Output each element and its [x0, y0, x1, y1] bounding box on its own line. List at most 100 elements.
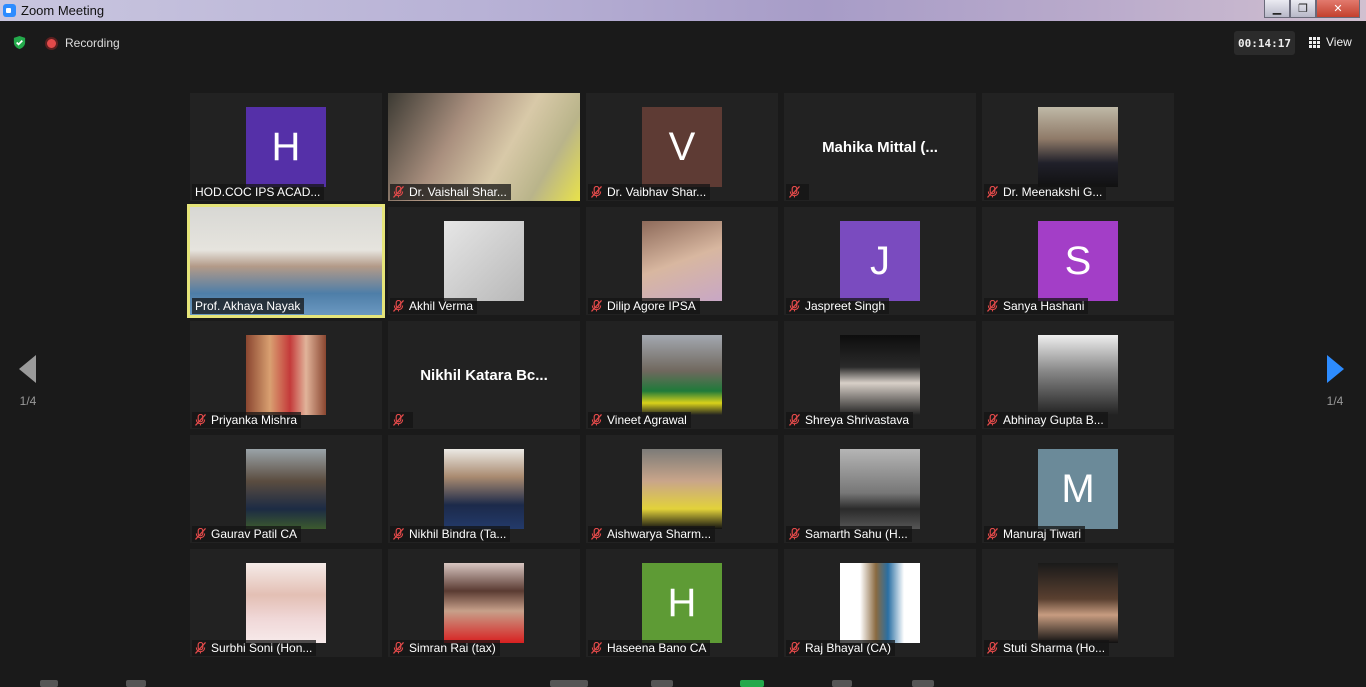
participant-display-name: Mahika Mittal (...: [822, 139, 938, 156]
next-page-button[interactable]: 1/4: [1315, 355, 1355, 408]
participant-name-tag: Priyanka Mishra: [192, 412, 302, 428]
muted-mic-icon: [590, 641, 602, 654]
participant-photo: [1038, 107, 1118, 187]
participant-name: Akhil Verma: [409, 299, 474, 313]
participant-name-tag: Haseena Bano CA: [588, 640, 711, 656]
participant-tile[interactable]: Gaurav Patil CA: [190, 435, 382, 543]
muted-mic-icon: [194, 413, 206, 426]
avatar-initial: J: [870, 238, 890, 283]
muted-mic-icon: [590, 185, 602, 198]
participant-tile[interactable]: Priyanka Mishra: [190, 321, 382, 429]
muted-mic-icon: [788, 641, 800, 654]
participant-name-tag: Jaspreet Singh: [786, 298, 890, 314]
participant-tile[interactable]: H Haseena Bano CA: [586, 549, 778, 657]
window-controls: ▁ ❐ ✕: [1264, 0, 1360, 18]
muted-mic-icon: [194, 641, 206, 654]
muted-mic-icon: [392, 299, 404, 312]
participant-name: Stuti Sharma (Ho...: [1003, 641, 1106, 655]
participant-avatar: H: [246, 107, 326, 187]
participant-name: Aishwarya Sharm...: [607, 527, 712, 541]
participant-name-tag: [390, 412, 413, 428]
participant-name: Priyanka Mishra: [211, 413, 298, 427]
restore-button[interactable]: ❐: [1290, 0, 1316, 18]
participant-name-tag: Raj Bhayal (CA): [786, 640, 896, 656]
participant-name-tag: Nikhil Bindra (Ta...: [390, 526, 511, 542]
participant-tile[interactable]: Surbhi Soni (Hon...: [190, 549, 382, 657]
participant-name: Prof. Akhaya Nayak: [195, 299, 301, 313]
participant-avatar: V: [642, 107, 722, 187]
participant-tile[interactable]: S Sanya Hashani: [982, 207, 1174, 315]
participant-name-tag: Simran Rai (tax): [390, 640, 500, 656]
participant-name: Haseena Bano CA: [607, 641, 707, 655]
participant-tile[interactable]: Dr. Vaishali Shar...: [388, 93, 580, 201]
participant-avatar: M: [1038, 449, 1118, 529]
participant-name: Vineet Agrawal: [607, 413, 687, 427]
participant-name: HOD.COC IPS ACAD...: [195, 185, 321, 199]
participant-tile[interactable]: Nikhil Katara Bc...: [388, 321, 580, 429]
participant-name: Manuraj Tiwari: [1003, 527, 1082, 541]
recording-label: Recording: [65, 36, 120, 50]
participant-tile[interactable]: Dilip Agore IPSA: [586, 207, 778, 315]
participant-name: Samarth Sahu (H...: [805, 527, 908, 541]
participant-display-name: Nikhil Katara Bc...: [420, 367, 548, 384]
zoom-app-icon: [3, 4, 16, 17]
encryption-shield-icon[interactable]: [12, 35, 27, 50]
participant-avatar: J: [840, 221, 920, 301]
participant-photo: [642, 449, 722, 529]
previous-page-button[interactable]: 1/4: [8, 355, 48, 408]
participant-name-tag: Akhil Verma: [390, 298, 478, 314]
participant-name: Surbhi Soni (Hon...: [211, 641, 313, 655]
participant-tile[interactable]: Akhil Verma: [388, 207, 580, 315]
view-label: View: [1326, 35, 1352, 49]
participant-tile[interactable]: Nikhil Bindra (Ta...: [388, 435, 580, 543]
participant-name: Raj Bhayal (CA): [805, 641, 892, 655]
participant-photo: [444, 221, 524, 301]
participant-name: Gaurav Patil CA: [211, 527, 298, 541]
muted-mic-icon: [788, 413, 800, 426]
participant-tile[interactable]: H HOD.COC IPS ACAD...: [190, 93, 382, 201]
minimize-button[interactable]: ▁: [1264, 0, 1290, 18]
participant-name-tag: Stuti Sharma (Ho...: [984, 640, 1110, 656]
participant-tile[interactable]: Vineet Agrawal: [586, 321, 778, 429]
participant-tile[interactable]: Abhinay Gupta B...: [982, 321, 1174, 429]
participant-tile[interactable]: Raj Bhayal (CA): [784, 549, 976, 657]
participant-tile[interactable]: J Jaspreet Singh: [784, 207, 976, 315]
muted-mic-icon: [392, 527, 404, 540]
avatar-initial: M: [1061, 466, 1095, 511]
participant-tile[interactable]: Dr. Meenakshi G...: [982, 93, 1174, 201]
participant-photo: [642, 221, 722, 301]
participant-name-tag: HOD.COC IPS ACAD...: [192, 184, 325, 200]
participant-tile[interactable]: M Manuraj Tiwari: [982, 435, 1174, 543]
participant-name-tag: Shreya Shrivastava: [786, 412, 914, 428]
muted-mic-icon: [986, 527, 998, 540]
participant-name: Dilip Agore IPSA: [607, 299, 696, 313]
participant-photo: [444, 563, 524, 643]
view-button[interactable]: View: [1309, 35, 1352, 49]
avatar-initial: V: [668, 124, 696, 169]
participant-tile[interactable]: Samarth Sahu (H...: [784, 435, 976, 543]
participant-tile[interactable]: Simran Rai (tax): [388, 549, 580, 657]
participant-tile[interactable]: Shreya Shrivastava: [784, 321, 976, 429]
participant-tile[interactable]: Prof. Akhaya Nayak: [190, 207, 382, 315]
participant-photo: [246, 335, 326, 415]
participant-name: Shreya Shrivastava: [805, 413, 910, 427]
close-button[interactable]: ✕: [1316, 0, 1360, 18]
title-bar: Zoom Meeting ▁ ❐ ✕: [0, 0, 1366, 21]
participant-tile[interactable]: Mahika Mittal (...: [784, 93, 976, 201]
participant-name-tag: Samarth Sahu (H...: [786, 526, 912, 542]
participant-name-tag: Sanya Hashani: [984, 298, 1089, 314]
participant-tile[interactable]: Aishwarya Sharm...: [586, 435, 778, 543]
chevron-left-icon: [19, 355, 36, 383]
participant-photo: [444, 449, 524, 529]
bottom-toolbar: [0, 678, 1366, 687]
recording-indicator[interactable]: Recording: [45, 36, 120, 50]
participant-tile[interactable]: V Dr. Vaibhav Shar...: [586, 93, 778, 201]
muted-mic-icon: [788, 299, 800, 312]
participant-name: Dr. Vaibhav Shar...: [607, 185, 707, 199]
participant-avatar: H: [642, 563, 722, 643]
muted-mic-icon: [788, 527, 800, 540]
participant-tile[interactable]: Stuti Sharma (Ho...: [982, 549, 1174, 657]
avatar-initial: H: [271, 124, 301, 169]
grid-view-icon: [1309, 36, 1320, 48]
muted-mic-icon: [986, 641, 998, 654]
